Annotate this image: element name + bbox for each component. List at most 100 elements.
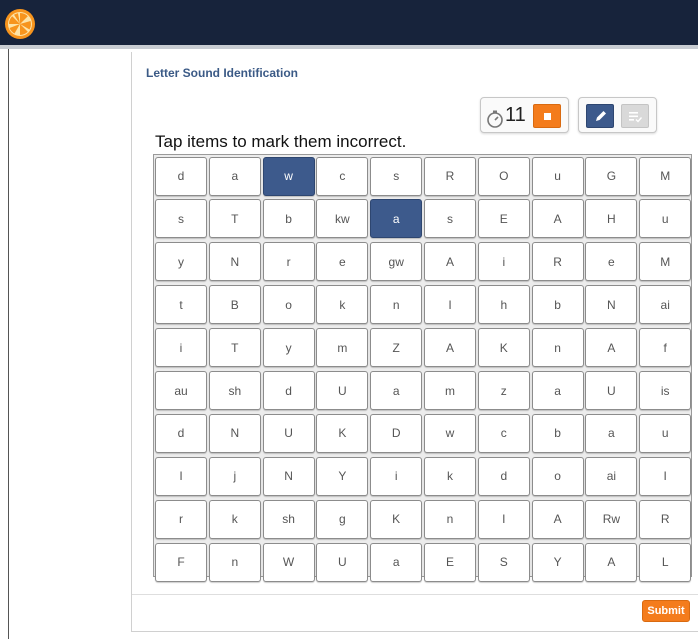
grid-cell[interactable]: A (424, 242, 476, 282)
grid-cell[interactable]: g (316, 499, 369, 539)
grid-cell[interactable]: s (424, 199, 476, 239)
pencil-button[interactable] (586, 104, 614, 128)
grid-cell[interactable]: Z (370, 328, 423, 368)
grid-cell[interactable]: o (531, 456, 584, 496)
grid-cell[interactable]: b (531, 413, 584, 453)
grid-cell[interactable]: a (208, 156, 261, 196)
grid-cell[interactable]: sh (208, 371, 261, 410)
grid-cell[interactable]: k (424, 456, 476, 496)
grid-cell[interactable]: w (424, 413, 476, 453)
grid-cell[interactable]: is (639, 371, 692, 410)
grid-cell[interactable]: w (262, 156, 315, 196)
grid-cell[interactable]: i (370, 456, 423, 496)
grid-cell[interactable]: I (155, 456, 207, 496)
grid-cell[interactable]: E (424, 542, 476, 582)
grid-cell[interactable]: R (424, 156, 476, 196)
grid-cell[interactable]: u (639, 413, 692, 453)
grid-cell[interactable]: a (370, 542, 423, 582)
grid-cell[interactable]: h (477, 285, 530, 325)
grid-cell[interactable]: N (208, 413, 261, 453)
grid-cell[interactable]: f (639, 328, 692, 368)
grid-cell[interactable]: R (531, 242, 584, 282)
grid-cell[interactable]: n (531, 328, 584, 368)
grid-cell[interactable]: au (155, 371, 207, 410)
grid-cell[interactable]: d (477, 456, 530, 496)
grid-cell[interactable]: A (585, 328, 638, 368)
grid-cell[interactable]: T (208, 328, 261, 368)
grid-cell[interactable]: z (477, 371, 530, 410)
grid-cell[interactable]: r (155, 499, 207, 539)
grid-cell[interactable]: F (155, 542, 207, 582)
grid-cell[interactable]: T (208, 199, 261, 239)
grid-cell[interactable]: E (477, 199, 530, 239)
orange-slice-icon[interactable] (4, 8, 36, 40)
grid-cell[interactable]: m (424, 371, 476, 410)
grid-cell[interactable]: H (585, 199, 638, 239)
grid-cell[interactable]: ai (585, 456, 638, 496)
grid-cell[interactable]: A (424, 328, 476, 368)
grid-cell[interactable]: i (477, 242, 530, 282)
grid-cell[interactable]: k (208, 499, 261, 539)
grid-cell[interactable]: I (639, 456, 692, 496)
grid-cell[interactable]: I (424, 285, 476, 325)
grid-cell[interactable]: c (477, 413, 530, 453)
grid-cell[interactable]: e (316, 242, 369, 282)
grid-cell[interactable]: u (639, 199, 692, 239)
check-button[interactable] (621, 104, 649, 128)
grid-cell[interactable]: y (262, 328, 315, 368)
grid-cell[interactable]: a (585, 413, 638, 453)
grid-cell[interactable]: Y (316, 456, 369, 496)
grid-cell[interactable]: j (208, 456, 261, 496)
grid-cell[interactable]: gw (370, 242, 423, 282)
grid-cell[interactable]: u (531, 156, 584, 196)
grid-cell[interactable]: Rw (585, 499, 638, 539)
grid-cell[interactable]: y (155, 242, 207, 282)
grid-cell[interactable]: a (370, 371, 423, 410)
stop-button[interactable] (533, 104, 561, 128)
grid-cell[interactable]: d (155, 413, 207, 453)
grid-cell[interactable]: e (585, 242, 638, 282)
grid-cell[interactable]: sh (262, 499, 315, 539)
grid-cell[interactable]: r (262, 242, 315, 282)
grid-cell[interactable]: K (370, 499, 423, 539)
grid-cell[interactable]: U (262, 413, 315, 453)
grid-cell[interactable]: kw (316, 199, 369, 239)
submit-button[interactable]: Submit (642, 600, 690, 622)
grid-cell[interactable]: c (316, 156, 369, 196)
grid-cell[interactable]: d (155, 156, 207, 196)
grid-cell[interactable]: A (531, 499, 584, 539)
grid-cell[interactable]: o (262, 285, 315, 325)
grid-cell[interactable]: ai (639, 285, 692, 325)
grid-cell[interactable]: b (531, 285, 584, 325)
grid-cell[interactable]: M (639, 156, 692, 196)
grid-cell[interactable]: b (262, 199, 315, 239)
grid-cell[interactable]: M (639, 242, 692, 282)
grid-cell[interactable]: i (155, 328, 207, 368)
grid-cell[interactable]: U (316, 542, 369, 582)
grid-cell[interactable]: D (370, 413, 423, 453)
grid-cell[interactable]: a (531, 371, 584, 410)
grid-cell[interactable]: R (639, 499, 692, 539)
grid-cell[interactable]: U (585, 371, 638, 410)
grid-cell[interactable]: k (316, 285, 369, 325)
grid-cell[interactable]: S (477, 542, 530, 582)
grid-cell[interactable]: I (477, 499, 530, 539)
grid-cell[interactable]: n (424, 499, 476, 539)
grid-cell[interactable]: s (155, 199, 207, 239)
grid-cell[interactable]: t (155, 285, 207, 325)
grid-cell[interactable]: U (316, 371, 369, 410)
grid-cell[interactable]: m (316, 328, 369, 368)
grid-cell[interactable]: a (370, 199, 423, 239)
grid-cell[interactable]: B (208, 285, 261, 325)
grid-cell[interactable]: d (262, 371, 315, 410)
grid-cell[interactable]: A (585, 542, 638, 582)
grid-cell[interactable]: G (585, 156, 638, 196)
grid-cell[interactable]: n (208, 542, 261, 582)
grid-cell[interactable]: N (208, 242, 261, 282)
grid-cell[interactable]: O (477, 156, 530, 196)
grid-cell[interactable]: L (639, 542, 692, 582)
grid-cell[interactable]: N (585, 285, 638, 325)
grid-cell[interactable]: K (477, 328, 530, 368)
grid-cell[interactable]: s (370, 156, 423, 196)
grid-cell[interactable]: K (316, 413, 369, 453)
